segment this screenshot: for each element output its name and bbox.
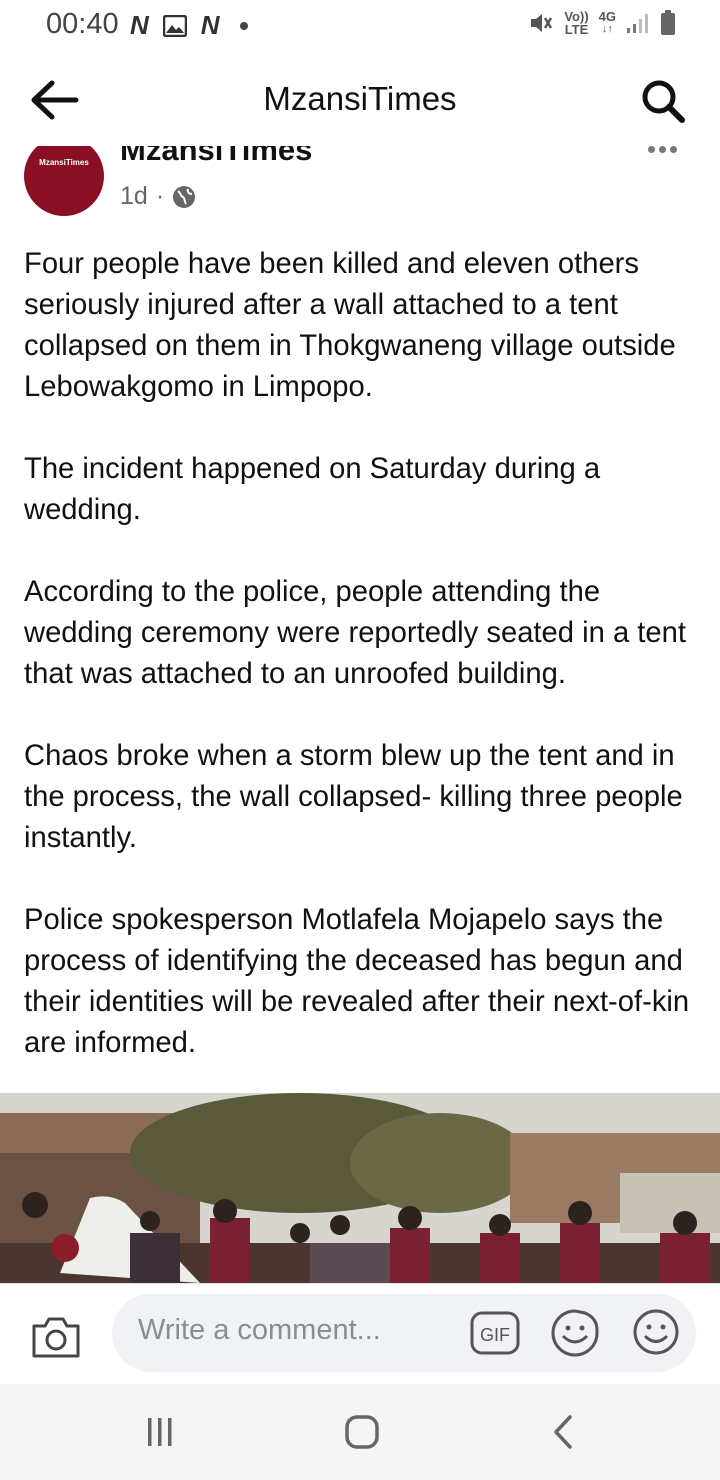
more-notifications-dot — [239, 21, 248, 30]
emoji-icon[interactable] — [632, 1308, 680, 1356]
meta-separator: · — [155, 182, 165, 210]
volte-label: Vo)) LTE — [564, 9, 589, 37]
status-time: 00:40 — [46, 8, 119, 40]
camera-icon[interactable] — [30, 1312, 82, 1360]
gif-button[interactable]: GIF — [470, 1310, 520, 1356]
home-icon[interactable] — [342, 1412, 382, 1452]
more-options-button[interactable] — [648, 146, 682, 160]
status-bar: 00:40 N N Vo)) LTE 4G ↓↑ — [0, 0, 720, 50]
recent-apps-icon[interactable] — [140, 1412, 180, 1452]
post-paragraph: The incident happened on Saturday during… — [24, 453, 601, 526]
post-paragraph: Chaos broke when a storm blew up the ten… — [24, 740, 683, 854]
sticker-icon[interactable] — [550, 1308, 600, 1358]
post-paragraph: Four people have been killed and eleven … — [24, 248, 676, 403]
gif-label: GIF — [480, 1325, 510, 1345]
post-meta: 1d · — [120, 182, 196, 211]
news-notification-icon: N — [130, 10, 149, 40]
more-dot — [659, 146, 666, 153]
post-paragraph: According to the police, people attendin… — [24, 576, 686, 690]
avatar[interactable]: MzansiTimes — [24, 146, 104, 216]
post-paragraph: Police spokesperson Motlafela Mojapelo s… — [24, 904, 690, 1059]
battery-icon — [661, 10, 675, 35]
comment-placeholder: Write a comment... — [138, 1314, 381, 1346]
nav-back-icon[interactable] — [544, 1412, 584, 1452]
network-label: 4G ↓↑ — [598, 9, 616, 35]
author-name[interactable]: MzansiTimes — [120, 146, 312, 168]
post-photo[interactable] — [0, 1093, 720, 1283]
post-age: 1d — [120, 182, 148, 210]
wedding-photo-illustration — [0, 1093, 720, 1283]
app-bar: MzansiTimes — [0, 50, 720, 146]
search-icon[interactable] — [640, 78, 686, 124]
post-header: MzansiTimes MzansiTimes 1d · — [0, 146, 720, 226]
news-notification-icon-2: N — [200, 10, 220, 40]
system-nav-bar — [0, 1384, 720, 1480]
signal-icon — [627, 14, 648, 33]
globe-icon — [173, 185, 196, 208]
post-text: Four people have been killed and eleven … — [24, 244, 700, 1105]
more-dot — [670, 146, 677, 153]
more-dot — [648, 146, 655, 153]
status-right-icons: Vo)) LTE 4G ↓↑ — [528, 10, 676, 36]
page-title: MzansiTimes — [263, 80, 457, 117]
mute-icon — [531, 14, 553, 32]
image-icon — [162, 14, 187, 37]
avatar-logo-text: MzansiTimes — [39, 158, 89, 167]
comment-bar: Write a comment... GIF — [0, 1283, 720, 1383]
notification-icons: N N — [130, 10, 248, 41]
